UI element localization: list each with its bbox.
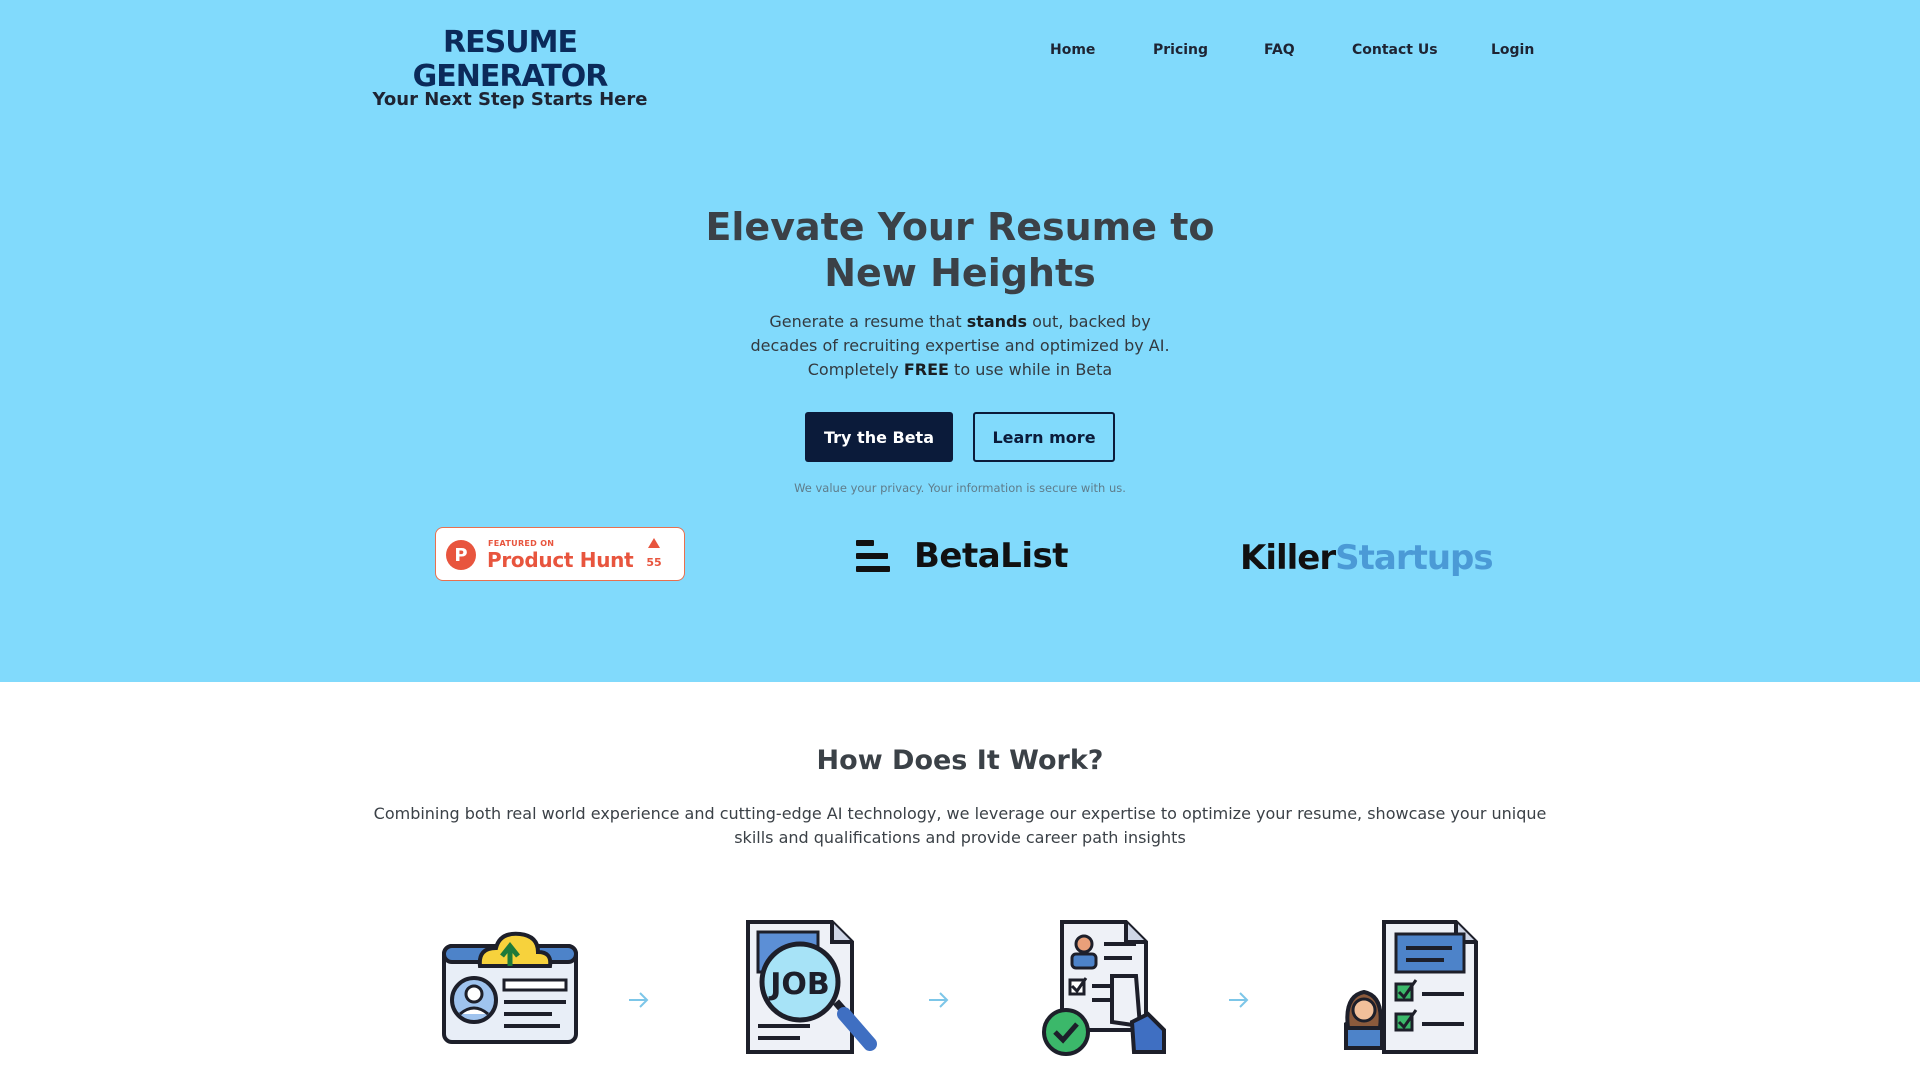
job-label: JOB: [768, 967, 830, 1002]
killer-startups-logo[interactable]: KillerStartups: [1240, 538, 1494, 578]
product-hunt-name: Product Hunt: [487, 548, 634, 572]
arrow-right-icon: [629, 992, 649, 1008]
arrow-right-icon: [929, 992, 949, 1008]
how-it-works-title: How Does It Work?: [816, 745, 1104, 776]
upvote-arrow-icon: [648, 538, 660, 548]
learn-more-button[interactable]: Learn more: [973, 412, 1115, 462]
arrow-right-icon: [1229, 992, 1249, 1008]
try-beta-button[interactable]: Try the Beta: [805, 412, 953, 462]
product-hunt-badge[interactable]: P FEATURED ON Product Hunt 55: [435, 527, 685, 581]
nav-login[interactable]: Login: [1491, 42, 1534, 58]
upvote-count: 55: [646, 556, 662, 569]
brand-logo[interactable]: RESUME GENERATOR Your Next Step Starts H…: [358, 26, 662, 110]
upload-resume-icon: [442, 931, 578, 1044]
candidate-checklist-icon: [1344, 920, 1478, 1054]
subtitle-text: to use while in Beta: [948, 360, 1113, 379]
subtitle-text: out, backed by: [1027, 312, 1151, 331]
nav-contact-us[interactable]: Contact Us: [1352, 42, 1438, 58]
hero-subtitle: Generate a resume that stands out, backe…: [700, 310, 1220, 382]
hero-section: RESUME GENERATOR Your Next Step Starts H…: [0, 0, 1920, 682]
nav-faq[interactable]: FAQ: [1264, 42, 1295, 58]
resume-review-icon: [1042, 920, 1166, 1056]
killer-startups-part1: Killer: [1240, 538, 1336, 578]
product-hunt-logo-icon: P: [446, 540, 476, 570]
betalist-mark-icon: [856, 538, 892, 574]
subtitle-emphasis: FREE: [903, 360, 949, 379]
subtitle-emphasis: stands: [966, 312, 1028, 331]
betalist-logo[interactable]: BetaList: [856, 536, 1068, 576]
subtitle-text: decades of recruiting expertise and opti…: [750, 336, 1170, 355]
subtitle-text: Generate a resume that: [769, 312, 967, 331]
product-hunt-featured-label: FEATURED ON: [488, 539, 555, 548]
main-nav: Home Pricing FAQ Contact Us Login: [0, 42, 1920, 64]
killer-startups-part2: Startups: [1335, 538, 1493, 578]
nav-pricing[interactable]: Pricing: [1153, 42, 1208, 58]
brand-tagline: Your Next Step Starts Here: [372, 89, 648, 110]
job-search-icon: JOB: [746, 920, 877, 1054]
privacy-note: We value your privacy. Your information …: [794, 481, 1126, 495]
hero-headline: Elevate Your Resume to New Heights: [705, 205, 1215, 295]
how-it-works-description: Combining both real world experience and…: [373, 804, 1547, 847]
subtitle-text: Completely: [807, 360, 904, 379]
nav-home[interactable]: Home: [1050, 42, 1095, 58]
betalist-name: BetaList: [914, 536, 1068, 576]
